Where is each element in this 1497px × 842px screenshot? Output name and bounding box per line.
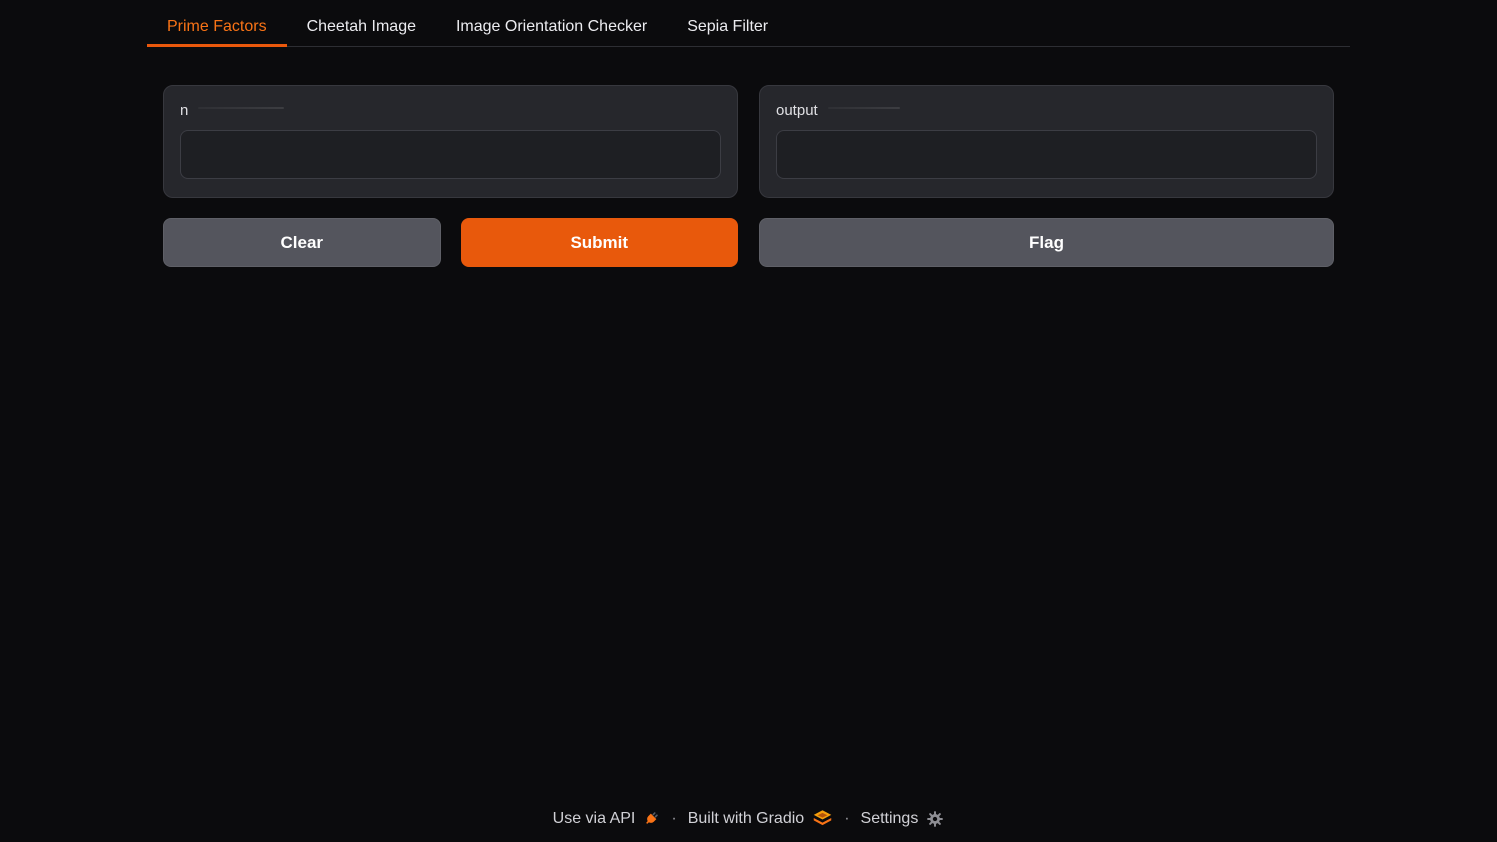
clear-button[interactable]: Clear [163,218,441,267]
settings-link[interactable]: Settings [861,810,945,828]
footer-separator: · [671,810,676,828]
interface-content: n Clear Submit output Flag [147,85,1350,267]
n-input-textbox[interactable] [180,130,721,179]
label-underline-decoration [198,107,284,109]
tab-cheetah-image[interactable]: Cheetah Image [287,9,436,47]
settings-label: Settings [861,810,919,828]
output-panel: output [759,85,1334,198]
input-label-row: n [180,100,721,120]
built-with-gradio-label: Built with Gradio [688,810,805,828]
footer-separator: · [844,810,849,828]
input-panel: n [163,85,738,198]
flag-button[interactable]: Flag [759,218,1334,267]
gradio-app-container: Prime Factors Cheetah Image Image Orient… [147,0,1350,808]
input-label: n [180,102,188,119]
tab-prime-factors[interactable]: Prime Factors [147,9,287,47]
input-column: n Clear Submit [163,85,738,267]
output-column: output Flag [759,85,1334,267]
tab-image-orientation-checker[interactable]: Image Orientation Checker [436,9,667,47]
flag-button-row: Flag [759,218,1334,267]
label-underline-decoration [828,107,900,109]
gradio-footer: Use via API · Built with Gradio · Setti [0,808,1497,842]
use-via-api-label: Use via API [553,810,636,828]
tab-sepia-filter[interactable]: Sepia Filter [667,9,788,47]
plug-icon [643,810,660,827]
use-via-api-link[interactable]: Use via API [553,810,661,828]
built-with-gradio-link[interactable]: Built with Gradio [688,808,834,829]
output-label-row: output [776,100,1317,120]
submit-button[interactable]: Submit [461,218,739,267]
tab-bar: Prime Factors Cheetah Image Image Orient… [147,9,1350,47]
output-textbox[interactable] [776,130,1317,179]
action-button-row: Clear Submit [163,218,738,267]
gradio-logo [812,808,833,829]
gear-icon [926,810,944,828]
output-label: output [776,102,818,119]
